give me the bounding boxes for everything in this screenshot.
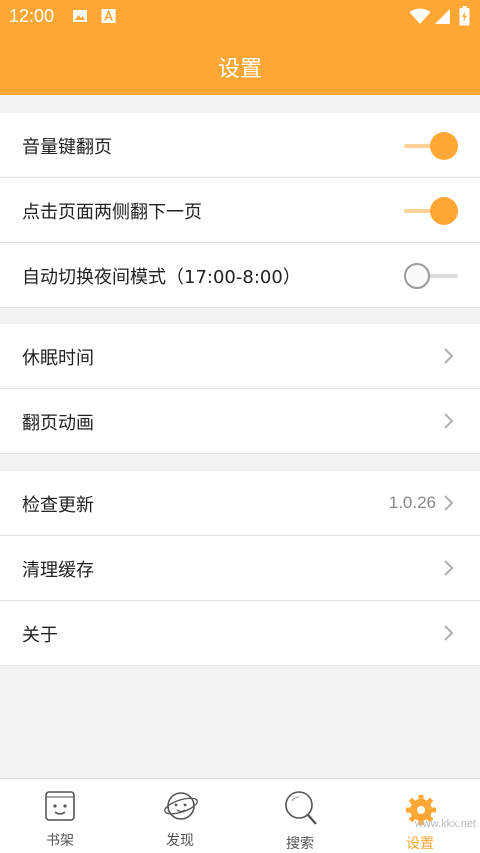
setting-check-update[interactable]: 检查更新 1.0.26 bbox=[0, 471, 480, 536]
battery-icon bbox=[459, 6, 470, 26]
app-bar: 设置 bbox=[0, 33, 480, 95]
chevron-right-icon bbox=[444, 413, 454, 429]
setting-label: 检查更新 bbox=[22, 495, 94, 516]
setting-tap-sides-page-turn[interactable]: 点击页面两侧翻下一页 bbox=[0, 178, 480, 243]
wifi-icon bbox=[409, 8, 431, 24]
toggle-knob bbox=[404, 263, 430, 289]
setting-volume-key-page-turn[interactable]: 音量键翻页 bbox=[0, 113, 480, 178]
tab-settings[interactable]: 设置 bbox=[360, 779, 480, 853]
tab-label: 发现 bbox=[166, 833, 194, 849]
bookshelf-face-icon bbox=[45, 791, 75, 821]
setting-label: 点击页面两侧翻下一页 bbox=[22, 202, 202, 223]
cell-signal-icon bbox=[435, 9, 450, 24]
setting-auto-night-mode[interactable]: 自动切换夜间模式（17:00-8:00） bbox=[0, 243, 480, 308]
status-bar: 12:00 bbox=[0, 0, 480, 33]
tab-bookshelf[interactable]: 书架 bbox=[0, 779, 120, 853]
watermark-text: www.kkx.net bbox=[414, 818, 476, 830]
magnifier-icon bbox=[285, 791, 317, 825]
settings-group-app: 检查更新 1.0.26 清理缓存 关于 bbox=[0, 471, 480, 666]
chevron-right-icon bbox=[444, 560, 454, 576]
image-icon bbox=[73, 10, 87, 22]
settings-group-display: 休眠时间 翻页动画 bbox=[0, 324, 480, 454]
chevron-right-icon bbox=[444, 495, 454, 511]
setting-page-animation[interactable]: 翻页动画 bbox=[0, 389, 480, 454]
auto-night-mode-toggle[interactable] bbox=[404, 262, 458, 290]
setting-clear-cache[interactable]: 清理缓存 bbox=[0, 536, 480, 601]
version-value: 1.0.26 bbox=[388, 493, 436, 512]
chevron-right-icon bbox=[444, 348, 454, 364]
planet-icon bbox=[164, 792, 198, 820]
a-badge-icon bbox=[101, 9, 116, 23]
setting-about[interactable]: 关于 bbox=[0, 601, 480, 666]
setting-label: 关于 bbox=[22, 625, 58, 646]
setting-label: 休眠时间 bbox=[22, 348, 94, 369]
setting-label: 自动切换夜间模式（17:00-8:00） bbox=[22, 267, 301, 288]
setting-label: 清理缓存 bbox=[22, 560, 94, 581]
tab-search[interactable]: 搜索 bbox=[240, 779, 360, 853]
toggle-knob bbox=[430, 132, 458, 160]
bottom-tab-bar: 书架 发现 搜索 设置 bbox=[0, 778, 480, 853]
status-time: 12:00 bbox=[9, 6, 55, 26]
chevron-right-icon bbox=[444, 625, 454, 641]
tab-label: 搜索 bbox=[286, 836, 314, 852]
setting-sleep-time[interactable]: 休眠时间 bbox=[0, 324, 480, 389]
tab-label: 设置 bbox=[406, 836, 434, 852]
tap-sides-toggle[interactable] bbox=[404, 197, 458, 225]
setting-label: 翻页动画 bbox=[22, 413, 94, 434]
tab-discover[interactable]: 发现 bbox=[120, 779, 240, 853]
tab-label: 书架 bbox=[46, 833, 74, 849]
page-title: 设置 bbox=[217, 57, 262, 82]
setting-label: 音量键翻页 bbox=[22, 137, 112, 158]
volume-key-toggle[interactable] bbox=[404, 132, 458, 160]
settings-group-reading: 音量键翻页 点击页面两侧翻下一页 自动切换夜间模式（17:00-8:00） bbox=[0, 113, 480, 308]
toggle-knob bbox=[430, 197, 458, 225]
